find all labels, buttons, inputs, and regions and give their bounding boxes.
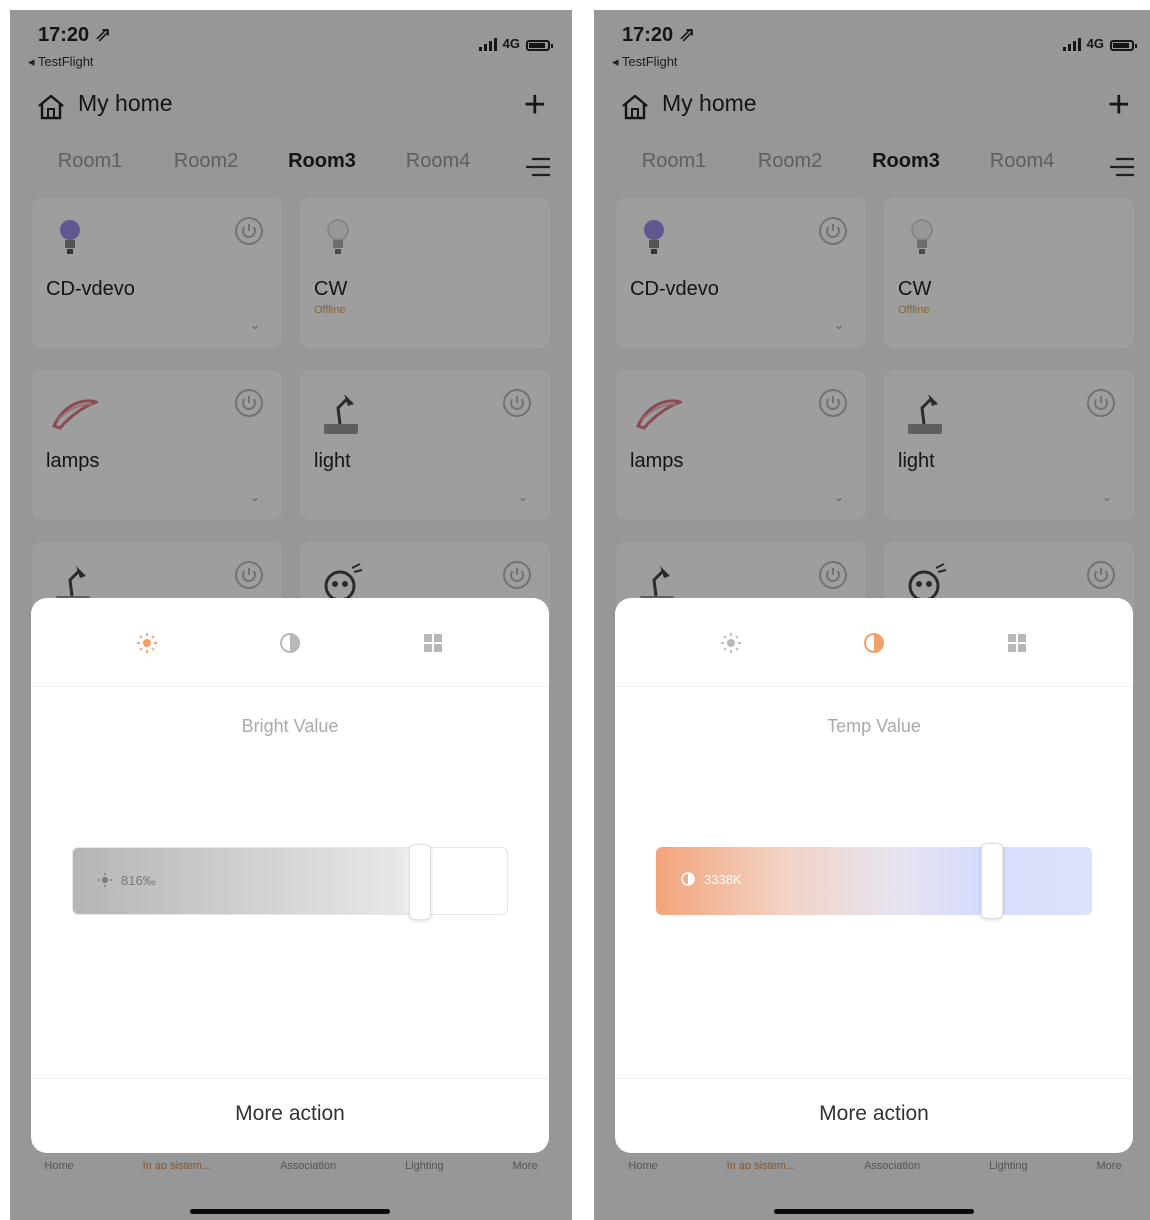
control-sheet: Bright Value ​816‰ More action [31, 598, 549, 1153]
scene-grid-icon[interactable] [416, 626, 450, 660]
divider [615, 1078, 1133, 1079]
scene-grid-icon[interactable] [1000, 626, 1034, 660]
canvas: 17:20 ⇗ ◂ TestFlight 4G My home + Room1 … [0, 0, 1150, 1220]
brightness-mode-icon[interactable] [130, 626, 164, 660]
temperature-mode-icon[interactable] [273, 626, 307, 660]
slider-value: ​816‰ [97, 872, 156, 888]
divider [31, 686, 549, 687]
brightness-mode-icon[interactable] [714, 626, 748, 660]
divider [615, 686, 1133, 687]
temperature-value: ​3338K [704, 871, 742, 887]
slider-handle[interactable] [981, 843, 1003, 919]
control-sheet: Temp Value ​3338K More action [615, 598, 1133, 1153]
brightness-slider[interactable]: ​816‰ [72, 844, 508, 920]
mode-tabs [31, 626, 549, 660]
brightness-small-icon [98, 873, 112, 887]
phone-screen-temperature: 17:20 ⇗ ◂ TestFlight 4G My home + Room1 … [594, 10, 1150, 1220]
value-label: Bright Value [241, 716, 339, 736]
value-label: Temp Value [827, 716, 921, 736]
slider-handle[interactable] [409, 844, 431, 920]
mode-tabs [615, 626, 1133, 660]
more-action-button[interactable]: More action [615, 1102, 1133, 1126]
phone-screen-brightness: 17:20 ⇗ ◂ TestFlight 4G My home + Room1 … [10, 10, 572, 1220]
divider [31, 1078, 549, 1079]
temperature-slider[interactable]: ​3338K [656, 843, 1092, 919]
temperature-small-icon [681, 872, 695, 886]
brightness-value: ​816‰ [121, 872, 156, 888]
temperature-mode-icon[interactable] [857, 626, 891, 660]
more-action-button[interactable]: More action [31, 1102, 549, 1126]
slider-value: ​3338K [680, 871, 742, 887]
